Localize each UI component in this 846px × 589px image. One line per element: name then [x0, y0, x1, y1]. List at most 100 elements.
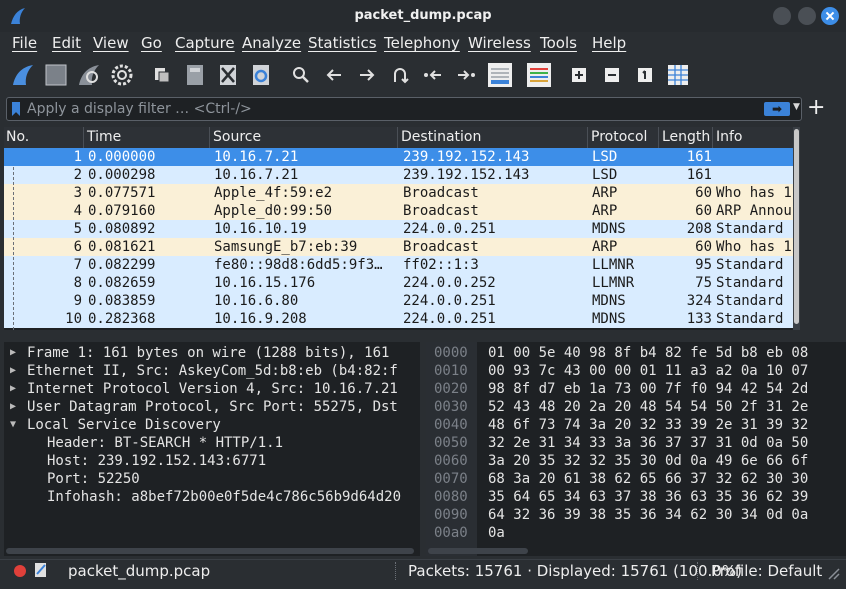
packet-row[interactable]: 6 0.081621 SamsungE_b7:eb:39 Broadcast ARP 60… — [4, 238, 793, 256]
packet-cell-dst: Broadcast — [403, 203, 479, 219]
column-header-info[interactable]: Info — [716, 129, 743, 145]
packet-cell-dst: Broadcast — [403, 185, 479, 201]
menu-analyze[interactable]: Analyze — [242, 34, 301, 52]
packet-cell-no: 10 — [65, 311, 82, 327]
packet-row[interactable]: 1 0.000000 10.16.7.21 239.192.152.143 LSD 161 — [4, 148, 793, 166]
packet-row[interactable]: 3 0.077571 Apple_4f:59:e2 Broadcast ARP 60 Who… — [4, 184, 793, 202]
autoscroll-icon[interactable] — [486, 62, 514, 88]
save-file-icon[interactable] — [182, 62, 208, 88]
colorize-icon[interactable] — [525, 62, 553, 88]
bytes-offset: 0050 — [434, 435, 468, 451]
packet-row[interactable]: 5 0.080892 10.16.10.19 224.0.0.251 MDNS 208 St… — [4, 220, 793, 238]
expanded-arrow-icon[interactable]: ▼ — [10, 416, 16, 434]
search-icon[interactable] — [288, 62, 314, 88]
packet-row[interactable]: 4 0.079160 Apple_d0:99:50 Broadcast ARP 60 ARP… — [4, 202, 793, 220]
packet-row[interactable]: 8 0.082659 10.16.15.176 224.0.0.252 LLMNR 75 S… — [4, 274, 793, 292]
status-packet-count: Packets: 15761 · Displayed: 15761 (100.0… — [408, 562, 742, 580]
column-header-no[interactable]: No. — [6, 129, 29, 145]
forward-arrow-icon[interactable] — [354, 62, 380, 88]
pane-splitter[interactable] — [0, 331, 846, 341]
collapsed-arrow-icon[interactable]: ▶ — [10, 362, 16, 380]
packet-cell-no: 1 — [73, 149, 82, 165]
column-header-source[interactable]: Source — [213, 129, 261, 145]
collapsed-arrow-icon[interactable]: ▶ — [10, 398, 16, 416]
status-profile[interactable]: Profile: Default — [711, 562, 822, 580]
expert-info-led-icon[interactable] — [14, 565, 26, 577]
packet-cell-time: 0.083859 — [88, 293, 156, 309]
menu-go[interactable]: Go — [141, 34, 162, 52]
bytes-offset: 0030 — [434, 399, 468, 415]
collapsed-arrow-icon[interactable]: ▶ — [10, 344, 16, 362]
options-gear-icon[interactable] — [109, 62, 135, 88]
add-filter-button-icon[interactable]: + — [807, 96, 825, 120]
title-bar: packet_dump.pcap — [0, 0, 846, 32]
bytes-horizontal-scrollbar[interactable] — [428, 548, 528, 554]
bytes-hex: 01 00 5e 40 98 8f b4 82 fe 5d b8 eb 08 — [488, 345, 809, 361]
packet-cell-src: Apple_d0:99:50 — [214, 203, 333, 219]
bytes-hex: 64 32 36 39 38 35 36 34 62 30 34 0d 0a — [488, 507, 809, 523]
shark-fin-start-icon[interactable] — [10, 62, 36, 88]
menu-view[interactable]: View — [93, 34, 129, 52]
filter-history-dropdown-icon[interactable]: ▼ — [793, 102, 800, 112]
packet-cell-proto: LLMNR — [592, 257, 635, 273]
close-file-icon[interactable] — [215, 62, 241, 88]
filter-bookmark-icon[interactable] — [12, 102, 20, 116]
detail-tree-label: Header: BT-SEARCH * HTTP/1.1 — [47, 435, 284, 451]
normal-size-icon[interactable] — [632, 62, 658, 88]
last-packet-icon[interactable] — [453, 62, 479, 88]
column-header-protocol[interactable]: Protocol — [591, 129, 647, 145]
bytes-hex: 00 93 7c 43 00 00 01 11 a3 a2 0a 10 07 — [488, 363, 809, 379]
menu-wireless[interactable]: Wireless — [468, 34, 531, 52]
status-file-name: packet_dump.pcap — [68, 562, 211, 580]
packet-row[interactable]: 10 0.282368 10.16.9.208 224.0.0.251 MDNS 133 S… — [4, 310, 793, 328]
packet-list-scrollbar[interactable] — [793, 127, 800, 330]
menu-telephony[interactable]: Telephony — [384, 34, 460, 52]
stop-icon[interactable] — [43, 62, 69, 88]
packet-cell-no: 7 — [73, 257, 82, 273]
column-header-length[interactable]: Length — [662, 129, 710, 145]
packet-cell-info: ARP Annou — [716, 203, 792, 219]
packet-row[interactable]: 9 0.083859 10.16.6.80 224.0.0.251 MDNS 324 Sta… — [4, 292, 793, 310]
packet-list: No. Time Source Destination Protocol Len… — [4, 127, 800, 330]
menu-tools[interactable]: Tools — [540, 34, 577, 52]
back-arrow-icon[interactable] — [321, 62, 347, 88]
reload-file-icon[interactable] — [248, 62, 274, 88]
packet-row[interactable]: 7 0.082299 fe80::98d8:6dd5:9f3… ff02::1:3 LL… — [4, 256, 793, 274]
packet-cell-src: 10.16.6.80 — [214, 293, 299, 309]
menu-file[interactable]: File — [12, 34, 37, 52]
packet-row[interactable]: 2 0.000298 10.16.7.21 239.192.152.143 LSD 161 — [4, 166, 793, 184]
display-filter-input[interactable] — [27, 100, 747, 118]
resize-grip-icon[interactable] — [826, 566, 840, 580]
packet-cell-src: 10.16.10.19 — [214, 221, 307, 237]
menu-edit[interactable]: Edit — [52, 34, 81, 52]
go-to-packet-icon[interactable] — [387, 62, 413, 88]
close-window-button[interactable] — [821, 7, 839, 25]
resize-columns-icon[interactable] — [665, 62, 691, 88]
restart-icon[interactable] — [76, 62, 102, 88]
first-packet-icon[interactable] — [420, 62, 446, 88]
menu-capture[interactable]: Capture — [175, 34, 235, 52]
minimize-button[interactable] — [773, 7, 791, 25]
packet-bytes-pane: 0000 01 00 5e 40 98 8f b4 82 fe 5d b8 eb … — [426, 342, 846, 556]
column-header-time[interactable]: Time — [87, 129, 121, 145]
detail-tree-label: Local Service Discovery — [27, 417, 221, 433]
collapsed-arrow-icon[interactable]: ▶ — [10, 380, 16, 398]
zoom-in-icon[interactable] — [566, 62, 592, 88]
menu-statistics[interactable]: Statistics — [308, 34, 377, 52]
bytes-hex: 68 3a 20 61 38 62 65 66 37 32 62 30 30 — [488, 471, 809, 487]
packet-cell-proto: ARP — [592, 203, 618, 219]
packet-cell-len: 60 — [695, 203, 712, 219]
packet-cell-src: Apple_4f:59:e2 — [214, 185, 333, 201]
bytes-offset: 0070 — [434, 471, 468, 487]
maximize-button[interactable] — [798, 7, 816, 25]
detail-tree-label: Ethernet II, Src: AskeyCom_5d:b8:eb (b4:… — [27, 363, 398, 379]
column-header-destination[interactable]: Destination — [401, 129, 481, 145]
capture-comment-icon[interactable] — [34, 562, 48, 578]
details-horizontal-scrollbar[interactable] — [6, 548, 414, 554]
menu-help[interactable]: Help — [592, 34, 626, 52]
apply-filter-arrow-icon[interactable]: ➡ — [764, 102, 790, 116]
zoom-out-icon[interactable] — [599, 62, 625, 88]
packet-list-scroll-thumb[interactable] — [794, 129, 799, 324]
open-file-icon[interactable] — [149, 62, 175, 88]
detail-tree-label: Host: 239.192.152.143:6771 — [47, 453, 267, 469]
